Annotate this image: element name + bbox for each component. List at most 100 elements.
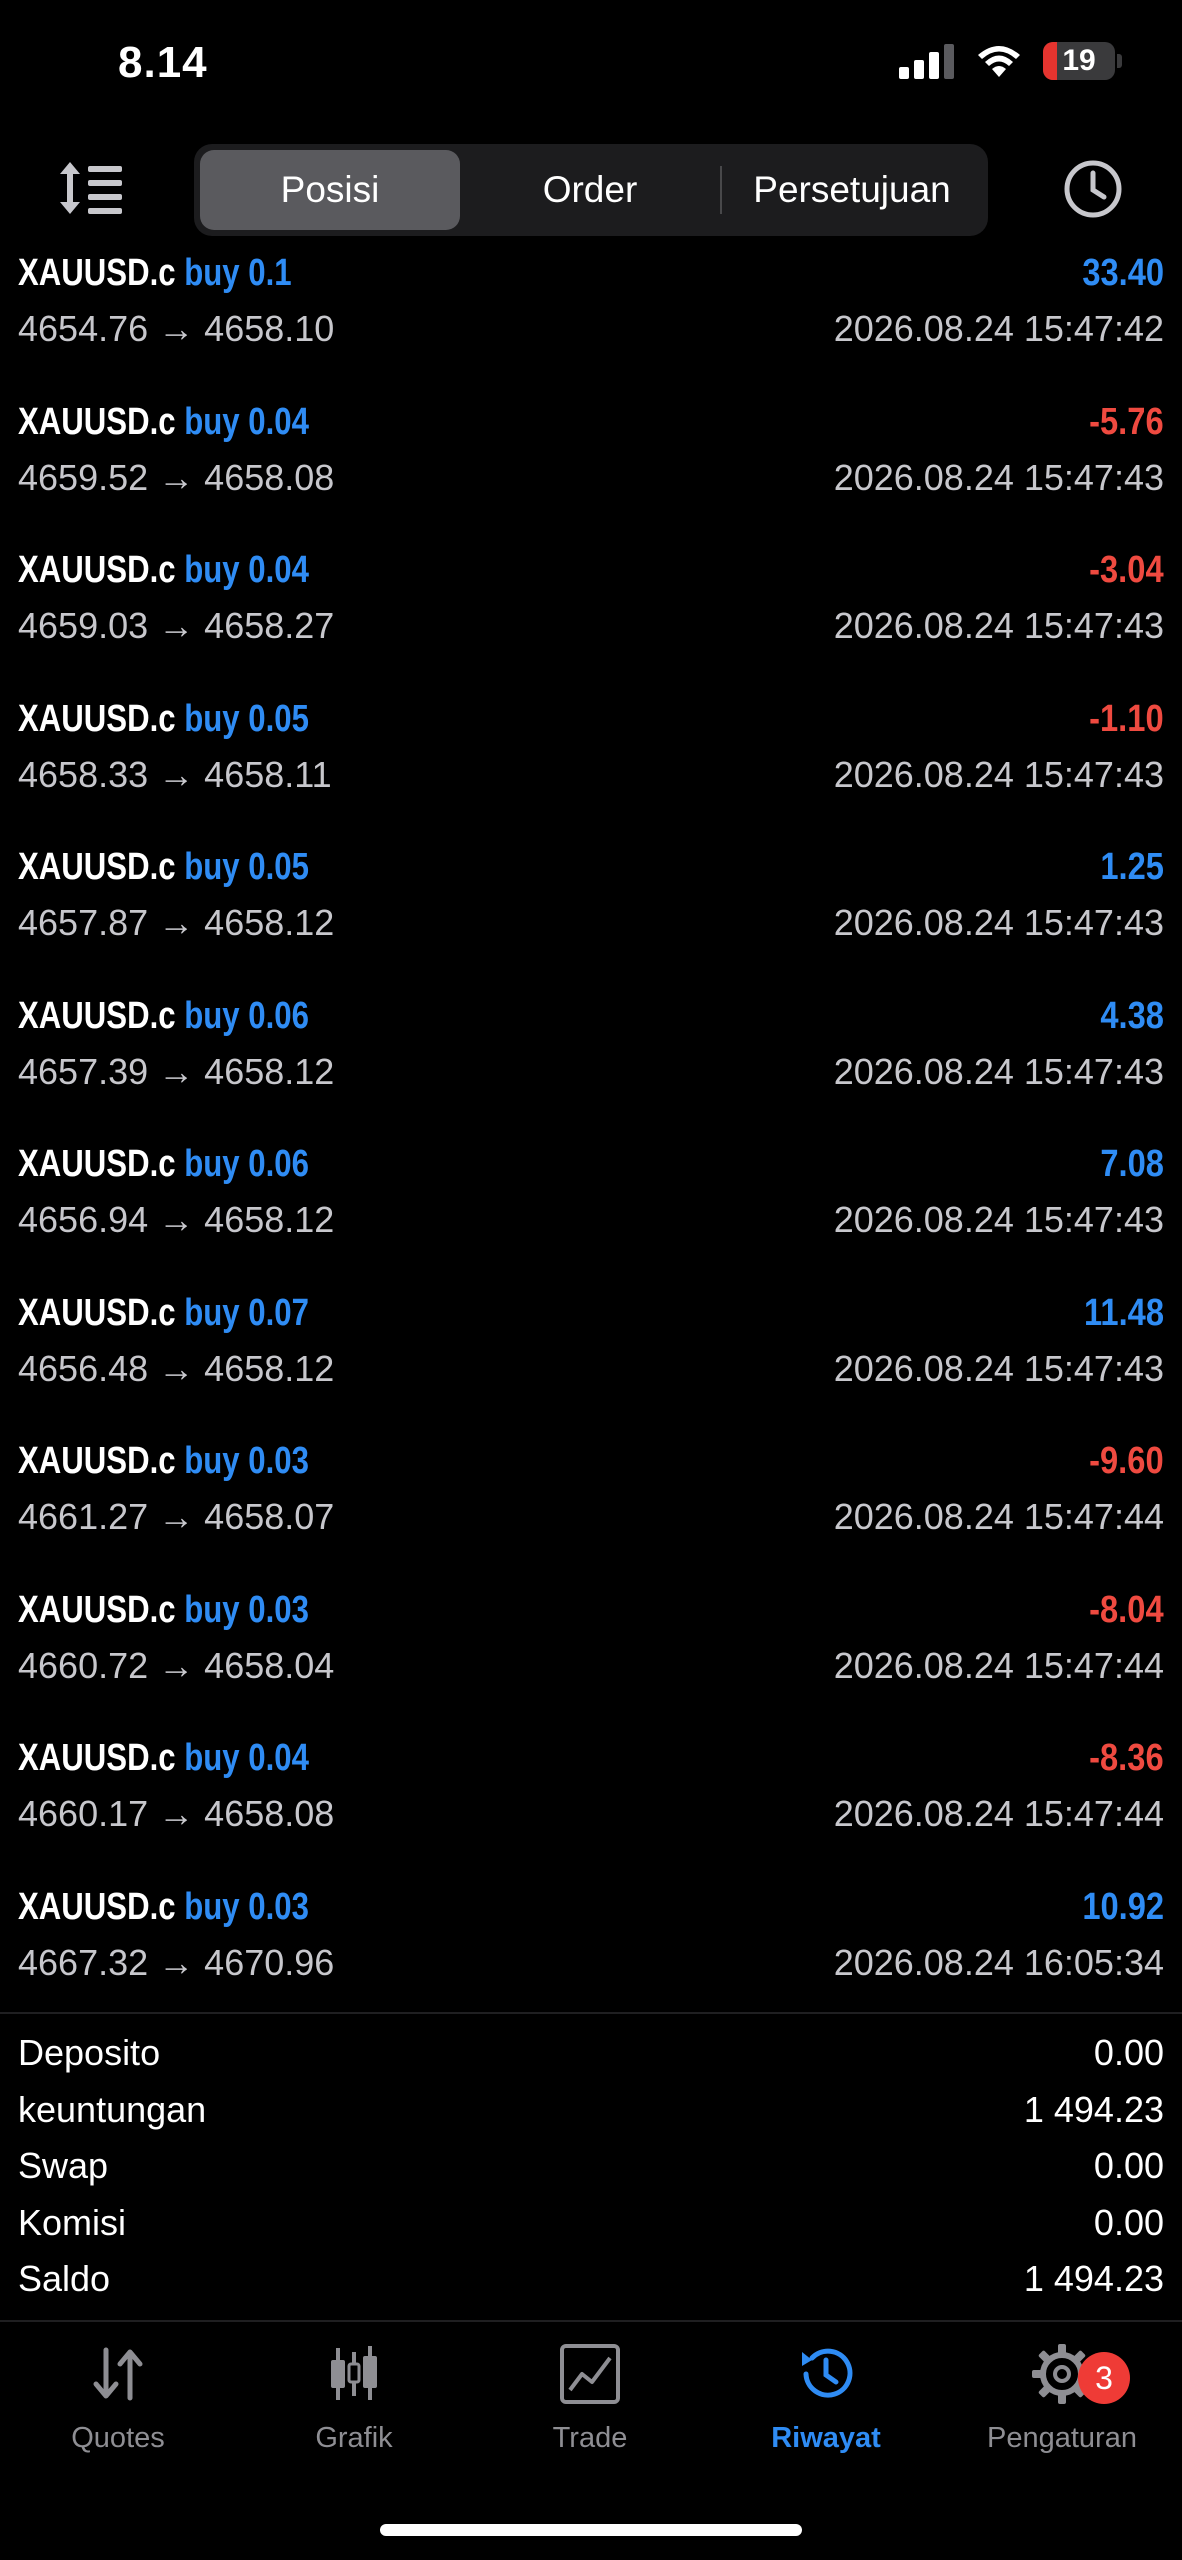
summary-value: 1 494.23 [1023, 2088, 1164, 2130]
deal-prices: 4657.39 → 4658.12 [18, 1051, 334, 1093]
deal-symbol: XAUUSD.c [18, 1143, 176, 1185]
deal-open-price: 4659.52 [18, 456, 149, 498]
notification-badge: 3 [1078, 2352, 1130, 2404]
tab-trade-label: Trade [552, 2422, 628, 2454]
deal-side: buy 0.06 [184, 1143, 309, 1185]
arrow-icon: → [158, 902, 195, 943]
deal-side: buy 0.03 [184, 1588, 309, 1631]
deal-profit: 10.92 [1082, 1885, 1164, 1928]
deal-row[interactable]: XAUUSD.c buy 0.04 -5.76 4659.52 → 4658.08 2… [0, 393, 1182, 542]
deal-row[interactable]: XAUUSD.c buy 0.03 -9.60 4661.27 → 4658.07 2… [0, 1432, 1182, 1581]
deal-prices: 4659.52 → 4658.08 [18, 457, 334, 499]
deal-side: buy 0.04 [184, 1737, 309, 1779]
deal-list: XAUUSD.c buy 0.1 33.40 4654.76 → 4658.10 20… [0, 244, 1182, 2026]
deal-row[interactable]: XAUUSD.c buy 0.06 4.38 4657.39 → 4658.12 20… [0, 987, 1182, 1136]
tab-riwayat-label: Riwayat [771, 2422, 881, 2454]
tab-persetujuan[interactable]: Persetujuan [722, 150, 982, 230]
deal-profit: -8.36 [1089, 1737, 1164, 1779]
deal-profit: 33.40 [1082, 252, 1164, 294]
deal-open-price: 4660.17 [18, 1793, 149, 1834]
summary-label: keuntungan [18, 2088, 207, 2130]
tab-grafik[interactable]: Grafik [236, 2342, 472, 2472]
tab-order[interactable]: Order [460, 150, 720, 230]
deal-close-price: 4658.10 [204, 308, 335, 349]
deal-symbol: XAUUSD.c [18, 549, 176, 591]
deal-profit: -9.60 [1089, 1440, 1164, 1482]
summary-value: 0.00 [1093, 2201, 1164, 2243]
deal-row[interactable]: XAUUSD.c buy 0.04 -8.36 4660.17 → 4658.08 2… [0, 1729, 1182, 1878]
deal-row[interactable]: XAUUSD.c buy 0.1 33.40 4654.76 → 4658.10 20… [0, 244, 1182, 393]
deal-time: 2026.08.24 15:47:44 [833, 1644, 1164, 1686]
summary-value: 1 494.23 [1023, 2258, 1164, 2299]
trade-chart-icon [560, 2344, 620, 2404]
deal-time: 2026.08.24 15:47:42 [833, 308, 1164, 349]
deal-profit: 7.08 [1100, 1143, 1164, 1185]
arrow-icon: → [158, 308, 195, 349]
deal-row[interactable]: XAUUSD.c buy 0.05 -1.10 4658.33 → 4658.11 2… [0, 690, 1182, 839]
deal-side: buy 0.1 [184, 252, 292, 294]
tab-grafik-label: Grafik [315, 2422, 393, 2454]
deal-title: XAUUSD.c buy 0.07 [18, 1292, 309, 1335]
deal-close-price: 4658.12 [204, 1199, 335, 1240]
deal-prices: 4656.48 → 4658.12 [18, 1348, 334, 1390]
tab-trade[interactable]: Trade [472, 2342, 708, 2472]
deal-open-price: 4659.03 [18, 605, 149, 646]
arrow-icon: → [158, 1347, 195, 1389]
deal-time: 2026.08.24 15:47:43 [833, 1199, 1164, 1240]
segmented-control: Posisi Order Persetujuan [194, 144, 988, 236]
sort-icon[interactable] [56, 158, 126, 218]
deal-side: buy 0.07 [184, 1291, 309, 1334]
deal-open-price: 4654.76 [18, 308, 149, 349]
deal-side: buy 0.05 [184, 697, 309, 740]
deal-close-price: 4658.12 [204, 1050, 335, 1092]
deal-row[interactable]: XAUUSD.c buy 0.05 1.25 4657.87 → 4658.12 20… [0, 838, 1182, 987]
summary-value: 0.00 [1093, 2032, 1164, 2073]
deal-profit: 1.25 [1100, 846, 1164, 888]
tab-quotes-label: Quotes [71, 2422, 165, 2454]
deal-open-price: 4658.33 [18, 753, 149, 795]
deal-profit: -8.04 [1089, 1588, 1164, 1631]
deal-time: 2026.08.24 15:47:43 [833, 1050, 1164, 1092]
history-icon [802, 2348, 853, 2398]
battery-icon: 19 [1043, 42, 1115, 80]
deal-time: 2026.08.24 16:05:34 [833, 1941, 1164, 1983]
deal-row[interactable]: XAUUSD.c buy 0.03 10.92 4667.32 → 4670.96 2… [0, 1878, 1182, 2027]
tab-posisi[interactable]: Posisi [200, 150, 460, 230]
deal-row[interactable]: XAUUSD.c buy 0.04 -3.04 4659.03 → 4658.27 2… [0, 541, 1182, 690]
arrow-icon: → [158, 605, 195, 646]
summary-label: Deposito [18, 2032, 161, 2073]
tab-quotes[interactable]: Quotes [0, 2342, 236, 2472]
deal-row[interactable]: XAUUSD.c buy 0.07 11.48 4656.48 → 4658.12 2… [0, 1284, 1182, 1433]
deal-symbol: XAUUSD.c [18, 1885, 176, 1928]
deal-close-price: 4658.08 [204, 456, 335, 498]
deal-time: 2026.08.24 15:47:43 [833, 753, 1164, 795]
deal-side: buy 0.03 [184, 1440, 309, 1482]
tab-pengaturan[interactable]: Pengaturan 3 [944, 2342, 1180, 2472]
deal-title: XAUUSD.c buy 0.04 [18, 549, 309, 592]
deal-title: XAUUSD.c buy 0.1 [18, 252, 292, 295]
deal-row[interactable]: XAUUSD.c buy 0.03 -8.04 4660.72 → 4658.04 2… [0, 1581, 1182, 1730]
list-divider [0, 2012, 1182, 2014]
deal-prices: 4657.87 → 4658.12 [18, 902, 334, 944]
deal-side: buy 0.05 [184, 846, 309, 888]
battery-tip [1117, 54, 1122, 68]
tab-riwayat[interactable]: Riwayat [708, 2342, 944, 2472]
deal-close-price: 4658.12 [204, 902, 335, 943]
deal-title: XAUUSD.c buy 0.04 [18, 1737, 309, 1780]
home-indicator[interactable] [380, 2524, 802, 2536]
tab-pengaturan-label: Pengaturan [987, 2422, 1137, 2454]
deal-time: 2026.08.24 15:47:43 [833, 1347, 1164, 1389]
summary-row: Deposito 0.00 [0, 2028, 1182, 2085]
deal-close-price: 4670.96 [204, 1941, 335, 1983]
clock-icon[interactable] [1062, 158, 1124, 220]
deal-profit: 11.48 [1084, 1291, 1164, 1334]
deal-prices: 4667.32 → 4670.96 [18, 1942, 334, 1984]
deal-prices: 4656.94 → 4658.12 [18, 1199, 334, 1241]
candlestick-icon [331, 2346, 377, 2400]
deal-close-price: 4658.27 [204, 605, 335, 646]
deal-row[interactable]: XAUUSD.c buy 0.06 7.08 4656.94 → 4658.12 20… [0, 1135, 1182, 1284]
deal-open-price: 4657.39 [18, 1050, 149, 1092]
arrow-icon: → [158, 1199, 195, 1240]
deal-symbol: XAUUSD.c [18, 400, 176, 443]
arrow-icon: → [158, 1496, 195, 1537]
